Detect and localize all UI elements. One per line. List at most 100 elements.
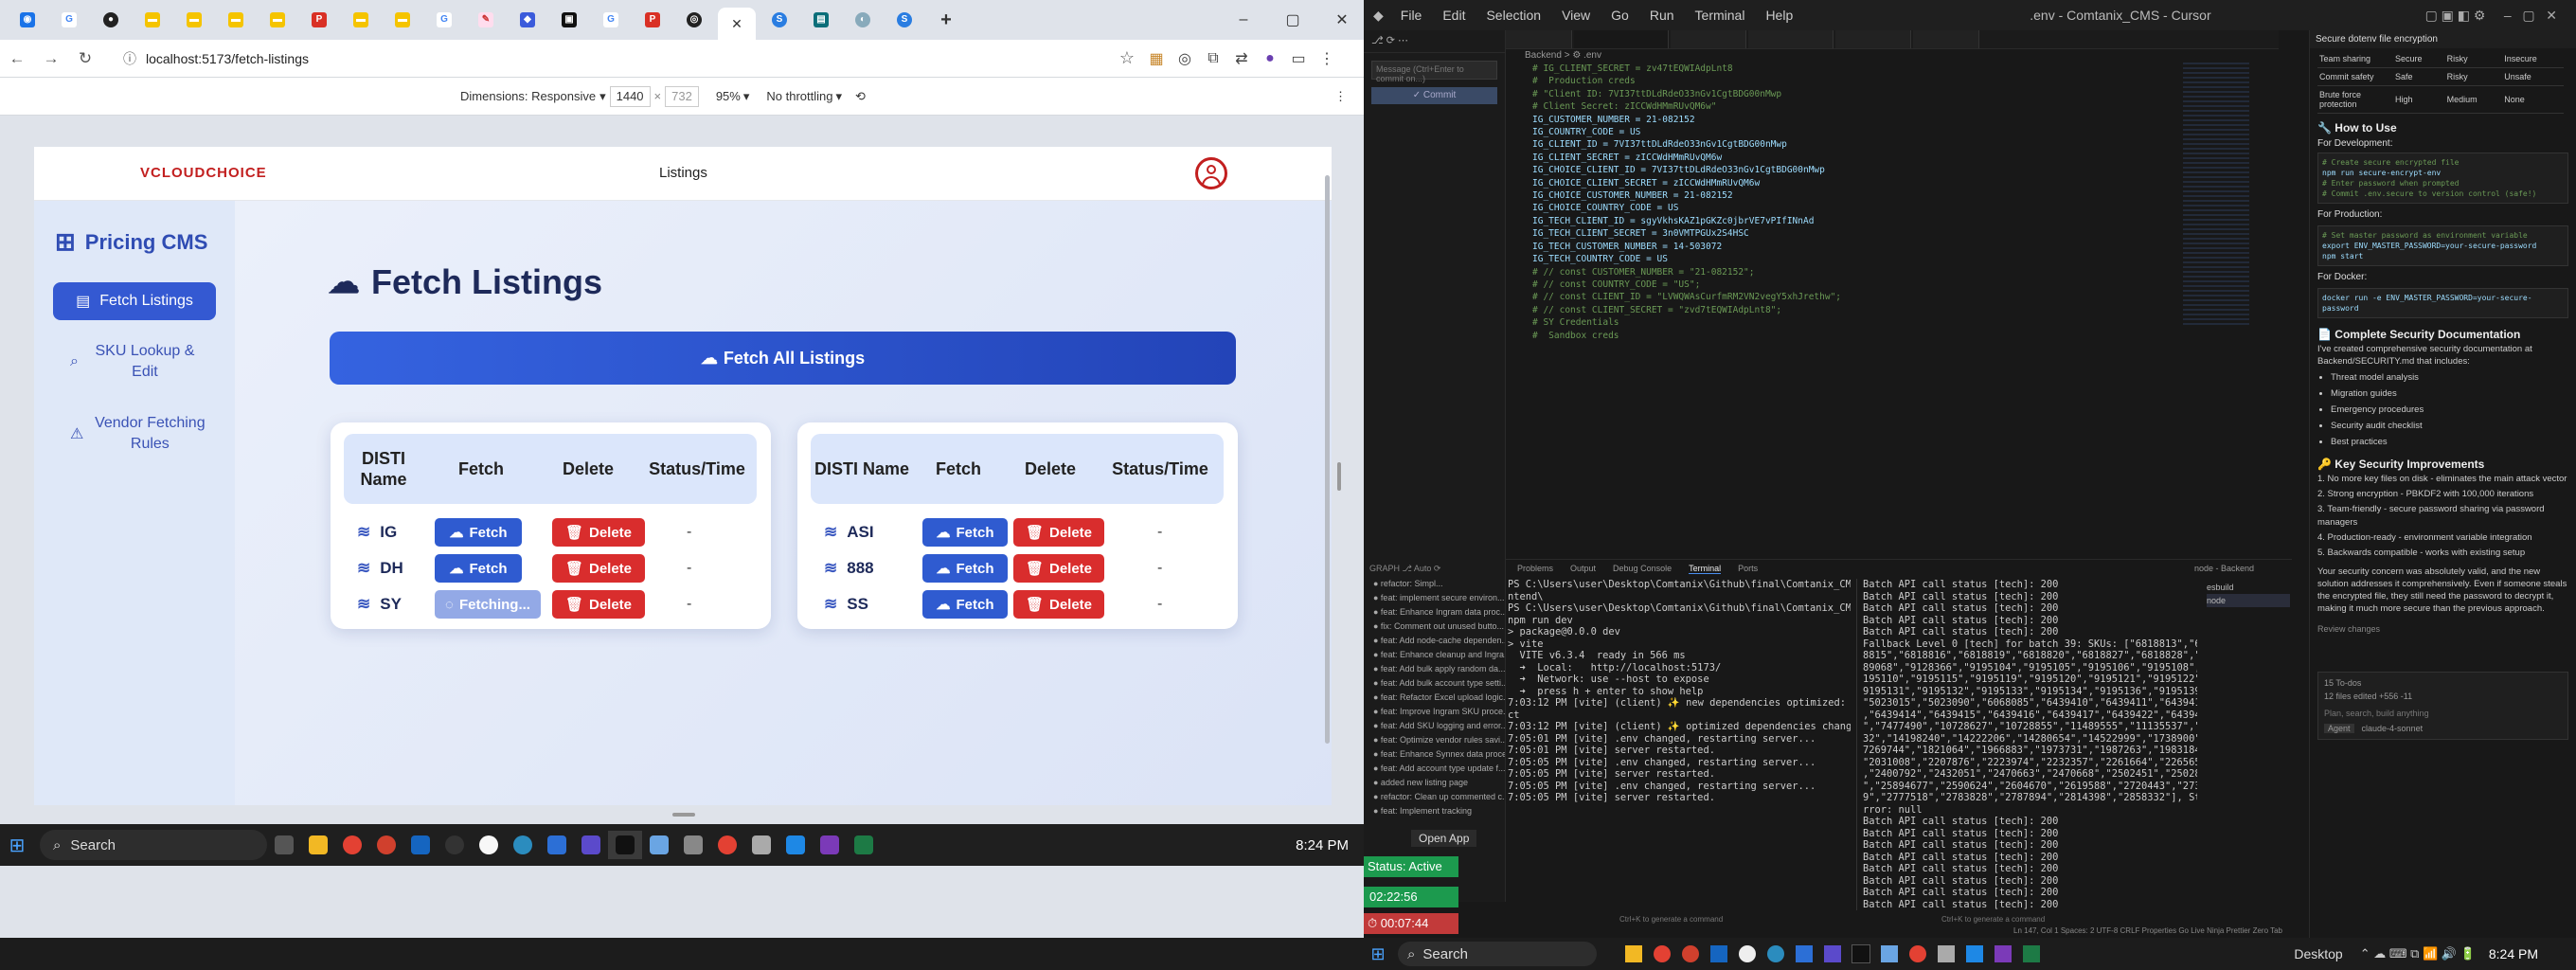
fetch-button[interactable]: ☁ Fetch [922,590,1008,619]
tab-favicon[interactable]: ✎ [468,7,504,33]
code-line[interactable]: IG_CHOICE_COUNTRY_CODE = US [1506,202,2245,214]
extension-icon[interactable]: ▦ [1142,49,1171,68]
active-tab-close-icon[interactable]: ✕ [718,8,756,40]
new-tab-icon[interactable]: + [928,7,964,33]
commit-item[interactable]: ● feat: Add bulk apply random da... [1364,662,1505,676]
commit-message-input[interactable]: Message (Ctrl+Enter to commit on...) [1371,61,1497,83]
tab-favicon[interactable]: G [426,7,462,33]
commit-item[interactable]: ● fix: Comment out unused butto... [1364,620,1505,634]
user-avatar-icon[interactable] [1195,157,1227,189]
sidebar-item-fetch-listings[interactable]: ▤ Fetch Listings [53,282,216,320]
vscode-icon[interactable] [778,831,813,859]
review-changes-link[interactable]: Review changes [2317,624,2568,634]
code-line[interactable]: # IG_CLIENT_SECRET = zv47tEQWIAdpLnt8 [1506,63,2245,75]
code-line[interactable]: IG_CLIENT_SECRET = zICCWdHMmRUvQM6w [1506,152,2245,164]
commit-item[interactable]: ● feat: implement secure environ... [1364,591,1505,605]
extension-icon[interactable]: ◎ [1171,49,1199,68]
forward-icon[interactable]: → [34,49,68,68]
resize-handle[interactable] [672,813,695,817]
menu-item[interactable]: Terminal [1695,8,1745,23]
app-icon[interactable] [472,831,506,859]
fetch-button[interactable]: ☁ Fetch [435,518,522,547]
viewport-height-input[interactable]: 732 [665,85,699,107]
extension-icon[interactable]: ⇄ [1227,49,1256,68]
panel-tab-terminal[interactable]: Terminal [1689,564,1722,574]
menu-kebab-icon[interactable]: ⋮ [1313,49,1341,68]
commit-item[interactable]: ● feat: Enhance cleanup and Ingra... [1364,648,1505,662]
app-icon[interactable] [574,831,608,859]
commit-item[interactable]: ● feat: Add node-cache dependen... [1364,634,1505,648]
code-line[interactable]: # SY Credentials [1506,316,2245,329]
minimap[interactable] [2183,63,2249,328]
app-icon[interactable] [506,831,540,859]
delete-button[interactable]: 🗑 Delete [552,590,645,619]
fetch-button[interactable]: ☁ Fetch [922,554,1008,583]
panel-tab-problems[interactable]: Problems [1517,564,1553,573]
tab-favicon[interactable]: ◐ [845,7,881,33]
taskbar-search[interactable]: ⌕ Search [1398,942,1597,966]
tab-favicon[interactable]: ▬ [134,7,170,33]
breadcrumb[interactable]: Backend > ⚙ .env [1525,50,1601,61]
code-line[interactable]: # "Client ID: 7VI37ttDLdRdeO33nGv1CgtBDG… [1506,88,2245,100]
tab-favicon[interactable]: ▬ [343,7,379,33]
tab-favicon[interactable]: ● [93,7,129,33]
extension-icon[interactable]: ▭ [1284,49,1313,68]
menu-item[interactable]: View [1562,8,1590,23]
reload-icon[interactable]: ↻ [68,49,102,68]
commit-item[interactable]: ● added new listing page [1364,776,1505,790]
code-line[interactable]: IG_TECH_COUNTRY_CODE = US [1506,253,2245,265]
terminal-select[interactable]: node - Backend [2194,564,2254,573]
commit-item[interactable]: ● feat: Refactor Excel upload logic... [1364,691,1505,705]
code-line[interactable]: IG_CLIENT_ID = 7VI37ttDLdRdeO33nGv1CgtBD… [1506,138,2245,151]
delete-button[interactable]: 🗑 Delete [1013,554,1104,583]
code-line[interactable]: # // const CLIENT_SECRET = "zvd7tEQWIAdp… [1506,304,2245,316]
close-window-icon[interactable]: ✕ [1320,10,1364,29]
tab-favicon[interactable]: ▣ [551,7,587,33]
extensions-puzzle-icon[interactable]: ⧉ [1199,50,1227,67]
desktop-toolbar[interactable]: Desktop [2294,946,2342,961]
commit-button[interactable]: ✓ Commit [1371,87,1497,104]
todos-summary[interactable]: 15 To-dos [2324,678,2562,688]
fetch-button[interactable]: ☁ Fetch [922,518,1008,547]
excel-icon[interactable] [847,831,881,859]
commit-item[interactable]: ● feat: Add account type update f... [1364,762,1505,776]
tab-favicon[interactable]: S [886,7,922,33]
commit-item[interactable]: ● refactor: Simpl... [1364,577,1505,591]
maximize-icon[interactable]: ▢ [1271,10,1315,29]
code-block[interactable]: docker run -e ENV_MASTER_PASSWORD=your-s… [2317,288,2568,318]
code-line[interactable]: # // const CLIENT_ID = "LVWQWAsCurfmRM2V… [1506,291,2245,303]
code-block[interactable]: # Create secure encrypted file npm run se… [2317,153,2568,204]
app-icon[interactable] [438,831,472,859]
agent-mode-select[interactable]: Agent [2324,724,2354,733]
code-line[interactable]: IG_COUNTRY_CODE = US [1506,126,2245,138]
commit-item[interactable]: ● feat: Optimize vendor rules savi... [1364,733,1505,747]
panel-tab-output[interactable]: Output [1570,564,1596,573]
delete-button[interactable]: 🗑 Delete [552,518,645,547]
commit-item[interactable]: ● feat: Implement tracking [1364,804,1505,818]
tab-favicon[interactable]: ◆ [510,7,546,33]
delete-button[interactable]: 🗑 Delete [1013,590,1104,619]
chrome-icon[interactable] [710,831,744,859]
tab-favicon[interactable]: ▤ [803,7,839,33]
chrome-icon[interactable] [335,831,369,859]
tab-favicon[interactable]: ▬ [176,7,212,33]
commit-item[interactable]: ● feat: Add bulk account type setti... [1364,676,1505,691]
chat-input[interactable]: Plan, search, build anything [2324,709,2562,718]
resize-handle[interactable] [1337,462,1341,491]
commit-item[interactable]: ● refactor: Clean up commented c... [1364,790,1505,804]
rotate-icon[interactable]: ⟲ [855,89,866,104]
code-editor[interactable]: # IG_CLIENT_SECRET = zv47tEQWIAdpLnt8 # P… [1506,63,2245,555]
terminal-list-item[interactable]: node [2207,594,2290,607]
menu-item[interactable]: Edit [1442,8,1465,23]
sidebar-item-sku-lookup[interactable]: ⌕ SKU Lookup & Edit [53,337,216,386]
taskbar-search[interactable]: ⌕ Search [40,830,267,860]
app-icon[interactable] [540,831,574,859]
code-line[interactable]: IG_TECH_CLIENT_SECRET = 3n0VMTPGUx2S4HSC [1506,227,2245,240]
terminal-backend[interactable]: Batch API call status [tech]: 200 Batch A… [1856,579,2197,910]
tab-favicon[interactable]: ▬ [218,7,254,33]
panel-tab-ports[interactable]: Ports [1738,564,1758,573]
terminal-list-item[interactable]: esbuild [2207,581,2290,594]
tab-favicon[interactable]: ◎ [676,7,712,33]
fetching-button[interactable]: ◌ Fetching... [435,590,541,619]
tab-favicon[interactable]: ▬ [385,7,420,33]
